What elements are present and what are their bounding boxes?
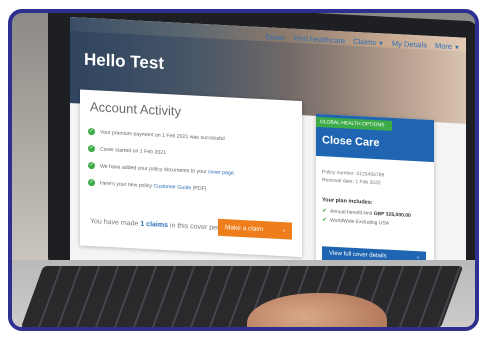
cover-title: Close Care xyxy=(322,134,380,150)
check-circle-icon: ✓ xyxy=(88,178,95,187)
check-circle-icon: ✓ xyxy=(88,144,95,153)
laptop-keyboard xyxy=(20,266,464,327)
account-activity-title: Account Activity xyxy=(90,99,182,119)
check-circle-icon: ✓ xyxy=(88,161,95,170)
check-icon: ✔ xyxy=(322,217,328,224)
page-title: Hello Test xyxy=(84,49,164,73)
check-circle-icon: ✓ xyxy=(88,127,95,136)
cover-tag-badge: GLOBAL HEALTH OPTIONS xyxy=(316,116,393,131)
make-a-claim-button[interactable]: Make a claim › xyxy=(218,218,292,240)
claims-count-link[interactable]: 1 claims xyxy=(140,221,168,229)
nav-my-details[interactable]: My Details xyxy=(392,38,427,49)
nav-claims[interactable]: Claims ▼ xyxy=(353,36,384,47)
nav-find-healthcare[interactable]: Find healthcare xyxy=(293,33,345,45)
policy-info: Policy number: 0123456789 Renewal date: … xyxy=(322,168,384,187)
account-activity-card: Account Activity ✓ Your premium payment … xyxy=(80,89,302,258)
laptop-screen: Hello Test Cover Find healthcare Claims ▼… xyxy=(70,17,466,286)
cover-page-link[interactable]: cover page. xyxy=(208,169,235,176)
check-icon: ✔ xyxy=(322,208,328,215)
plan-includes-title: Your plan includes: xyxy=(322,197,373,206)
activity-list: ✓ Your premium payment on 1 Feb 2021 was… xyxy=(88,123,296,202)
chevron-right-icon: › xyxy=(282,227,285,235)
claims-summary: You have made 1 claims in this cover per… xyxy=(90,218,231,233)
nav-more[interactable]: More ▼ xyxy=(435,41,460,51)
chevron-down-icon: ▼ xyxy=(377,40,384,47)
nav-cover[interactable]: Cover xyxy=(265,32,285,42)
cover-card-header: GLOBAL HEALTH OPTIONS Close Care xyxy=(316,113,434,163)
cover-card: GLOBAL HEALTH OPTIONS Close Care Policy … xyxy=(316,113,434,271)
customer-guide-link[interactable]: Customer Guide xyxy=(153,183,191,191)
photo-frame: Hello Test Cover Find healthcare Claims ▼… xyxy=(8,9,479,331)
chevron-down-icon: ▼ xyxy=(454,44,460,51)
plan-list: ✔ Annual benefit limit GBP 325,000.00 ✔ … xyxy=(322,206,430,230)
